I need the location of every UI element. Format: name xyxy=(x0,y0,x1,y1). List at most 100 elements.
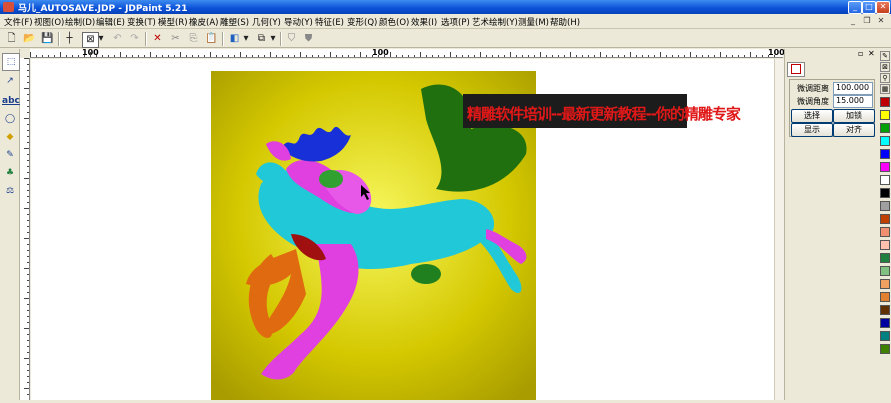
dropdown-arrow-icon[interactable]: ▾ xyxy=(242,32,250,46)
menu-transform[interactable]: 变换(T) xyxy=(127,16,156,28)
select-button[interactable]: 选择 xyxy=(791,109,833,123)
menu-feature[interactable]: 特征(E) xyxy=(315,16,344,28)
menu-file[interactable]: 文件(F) xyxy=(4,16,33,28)
color-swatch[interactable] xyxy=(880,136,890,146)
crosshair-icon[interactable]: ┼ xyxy=(62,32,77,46)
no-color-icon[interactable]: ⊠ xyxy=(880,62,890,72)
color-swatch[interactable] xyxy=(880,292,890,302)
maximize-button[interactable]: □ xyxy=(862,1,876,14)
ruler-tick xyxy=(558,55,559,57)
shield-icon[interactable]: ⛉ xyxy=(284,32,299,46)
app-icon xyxy=(3,2,14,12)
ruler-tick xyxy=(612,55,613,57)
ruler-tick xyxy=(54,55,55,57)
menu-sculpt[interactable]: 雕塑(S) xyxy=(220,16,249,28)
color-swatch[interactable] xyxy=(880,227,890,237)
redo-icon[interactable]: ↷ xyxy=(127,32,142,46)
pencil-icon[interactable]: ✎ xyxy=(880,51,890,61)
ruler-tick xyxy=(390,52,391,57)
drawing-canvas[interactable]: 精雕软件培训--最新更新教程--你的精雕专家 xyxy=(31,59,783,400)
diamond-tool-icon[interactable]: ◆ xyxy=(2,129,18,145)
undo-icon[interactable]: ↶ xyxy=(110,32,125,46)
measure-tool-icon[interactable]: ⚖ xyxy=(2,183,18,199)
color-swatch[interactable] xyxy=(880,305,890,315)
color-swatch[interactable] xyxy=(880,240,890,250)
mdi-minimize-button[interactable]: _ xyxy=(848,16,858,26)
pen-tool-icon[interactable]: ✎ xyxy=(2,147,18,163)
menu-measure[interactable]: 测量(M) xyxy=(518,16,549,28)
copy-icon[interactable]: ⎘ xyxy=(186,32,201,46)
menu-eraser[interactable]: 橡皮(A) xyxy=(189,16,218,28)
eyedropper-icon[interactable]: ⚲ xyxy=(880,73,890,83)
color-swatch[interactable] xyxy=(880,110,890,120)
color-swatch[interactable] xyxy=(880,253,890,263)
menu-model[interactable]: 模型(R) xyxy=(158,16,188,28)
new-file-icon[interactable]: 🗋 xyxy=(4,32,19,46)
ruler-tick xyxy=(360,52,361,57)
panel-tab[interactable] xyxy=(787,62,805,77)
menu-geometry[interactable]: 几何(Y) xyxy=(252,16,281,28)
color-swatch[interactable] xyxy=(880,149,890,159)
select-rect-icon[interactable]: ⬚ xyxy=(2,53,20,71)
shield-filled-icon[interactable]: ⛊ xyxy=(301,32,316,46)
angle-input[interactable]: 15.000 xyxy=(833,95,873,108)
ruler-tick xyxy=(27,184,29,185)
color-swatch[interactable] xyxy=(880,214,890,224)
color-swatch[interactable] xyxy=(880,266,890,276)
dropdown-arrow-icon[interactable]: ▾ xyxy=(269,32,277,46)
ruler-tick xyxy=(27,394,29,395)
circle-tool-icon[interactable]: ◯ xyxy=(2,111,18,127)
menu-draw[interactable]: 绘制(D) xyxy=(65,16,95,28)
ruler-tick xyxy=(24,148,29,149)
show-button[interactable]: 显示 xyxy=(791,123,833,137)
color-swatch[interactable] xyxy=(880,123,890,133)
color-swatch[interactable] xyxy=(880,162,890,172)
ruler-tick xyxy=(414,55,415,57)
node-edit-icon[interactable]: ↗ xyxy=(2,73,18,89)
ruler-tick xyxy=(636,55,637,57)
layer-icon[interactable]: ⧉ xyxy=(254,32,269,46)
color-swatch[interactable] xyxy=(880,331,890,341)
open-file-icon[interactable]: 📂 xyxy=(22,32,37,46)
palette-icon[interactable]: ▦ xyxy=(880,84,890,94)
lock-button[interactable]: 加锁 xyxy=(833,109,875,123)
dropdown-arrow-icon[interactable]: ▾ xyxy=(97,32,105,46)
menu-view[interactable]: 视图(O) xyxy=(34,16,64,28)
color-swatch[interactable] xyxy=(880,279,890,289)
menu-art-draw[interactable]: 艺术绘制(Y) xyxy=(472,16,518,28)
pin-icon[interactable]: ▫ xyxy=(858,49,863,58)
distance-input[interactable]: 100.000 xyxy=(833,82,873,95)
save-icon[interactable]: 💾 xyxy=(40,32,55,46)
delete-icon[interactable]: ✕ xyxy=(150,32,165,46)
panel-close-icon[interactable]: ✕ xyxy=(868,49,875,58)
color-swatch[interactable] xyxy=(880,175,890,185)
minimize-button[interactable]: _ xyxy=(848,1,862,14)
menu-guide[interactable]: 导动(Y) xyxy=(284,16,313,28)
menu-effect[interactable]: 效果(I) xyxy=(411,16,437,28)
color-swatch[interactable] xyxy=(880,97,890,107)
color-swatch[interactable] xyxy=(880,344,890,354)
menu-options[interactable]: 选项(P) xyxy=(441,16,470,28)
ruler-tick xyxy=(696,55,697,57)
text-tool-icon[interactable]: abc xyxy=(2,93,20,109)
menu-edit[interactable]: 编辑(E) xyxy=(96,16,125,28)
menu-help[interactable]: 帮助(H) xyxy=(550,16,580,28)
menu-color[interactable]: 颜色(O) xyxy=(379,16,409,28)
close-button[interactable]: ✕ xyxy=(876,1,890,14)
color-swatch[interactable] xyxy=(880,188,890,198)
mdi-restore-button[interactable]: ❐ xyxy=(862,16,872,26)
ruler-tick xyxy=(186,55,187,57)
color-fill-icon[interactable]: ◧ xyxy=(227,32,242,46)
color-swatch[interactable] xyxy=(880,318,890,328)
tree-icon[interactable]: ♣ xyxy=(2,165,18,181)
vertical-scrollbar[interactable] xyxy=(774,59,784,400)
cut-icon[interactable]: ✂ xyxy=(168,32,183,46)
mdi-close-button[interactable]: ✕ xyxy=(876,16,886,26)
ruler-tick xyxy=(60,52,61,57)
menu-deform[interactable]: 变形(Q) xyxy=(347,16,377,28)
color-swatch[interactable] xyxy=(880,201,890,211)
ruler-tick xyxy=(774,55,775,57)
align-button[interactable]: 对齐 xyxy=(833,123,875,137)
ruler-tick xyxy=(27,190,29,191)
paste-icon[interactable]: 📋 xyxy=(204,32,219,46)
